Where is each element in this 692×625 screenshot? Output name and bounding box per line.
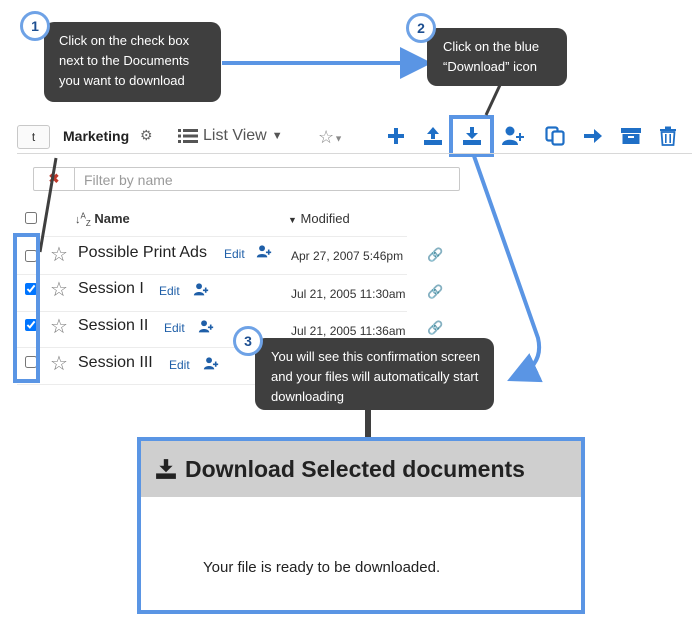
callout-step3-text: You will see this confirmation screen an… <box>271 349 481 404</box>
step-badge-1: 1 <box>20 11 50 41</box>
dialog-title: Download Selected documents <box>185 455 525 482</box>
download-icon <box>156 459 176 479</box>
callout-step1: Click on the check box next to the Docum… <box>44 22 221 102</box>
step-badge-2: 2 <box>406 13 436 43</box>
dialog-message: Your file is ready to be downloaded. <box>203 559 441 576</box>
step-badge-3: 3 <box>233 326 263 356</box>
callout-step3: You will see this confirmation screen an… <box>255 338 494 410</box>
callout-step2: Click on the blue “Download” icon <box>427 28 567 86</box>
download-confirmation-dialog: Download Selected documents Your file is… <box>137 437 585 614</box>
checkbox-column-highlight <box>13 233 40 383</box>
pointer-step1 <box>38 157 58 253</box>
callout-step1-text: Click on the check box next to the Docum… <box>59 33 190 88</box>
dialog-header: Download Selected documents <box>141 441 581 497</box>
callout-step2-text: Click on the blue “Download” icon <box>443 39 540 74</box>
pointer-step2 <box>484 84 502 116</box>
